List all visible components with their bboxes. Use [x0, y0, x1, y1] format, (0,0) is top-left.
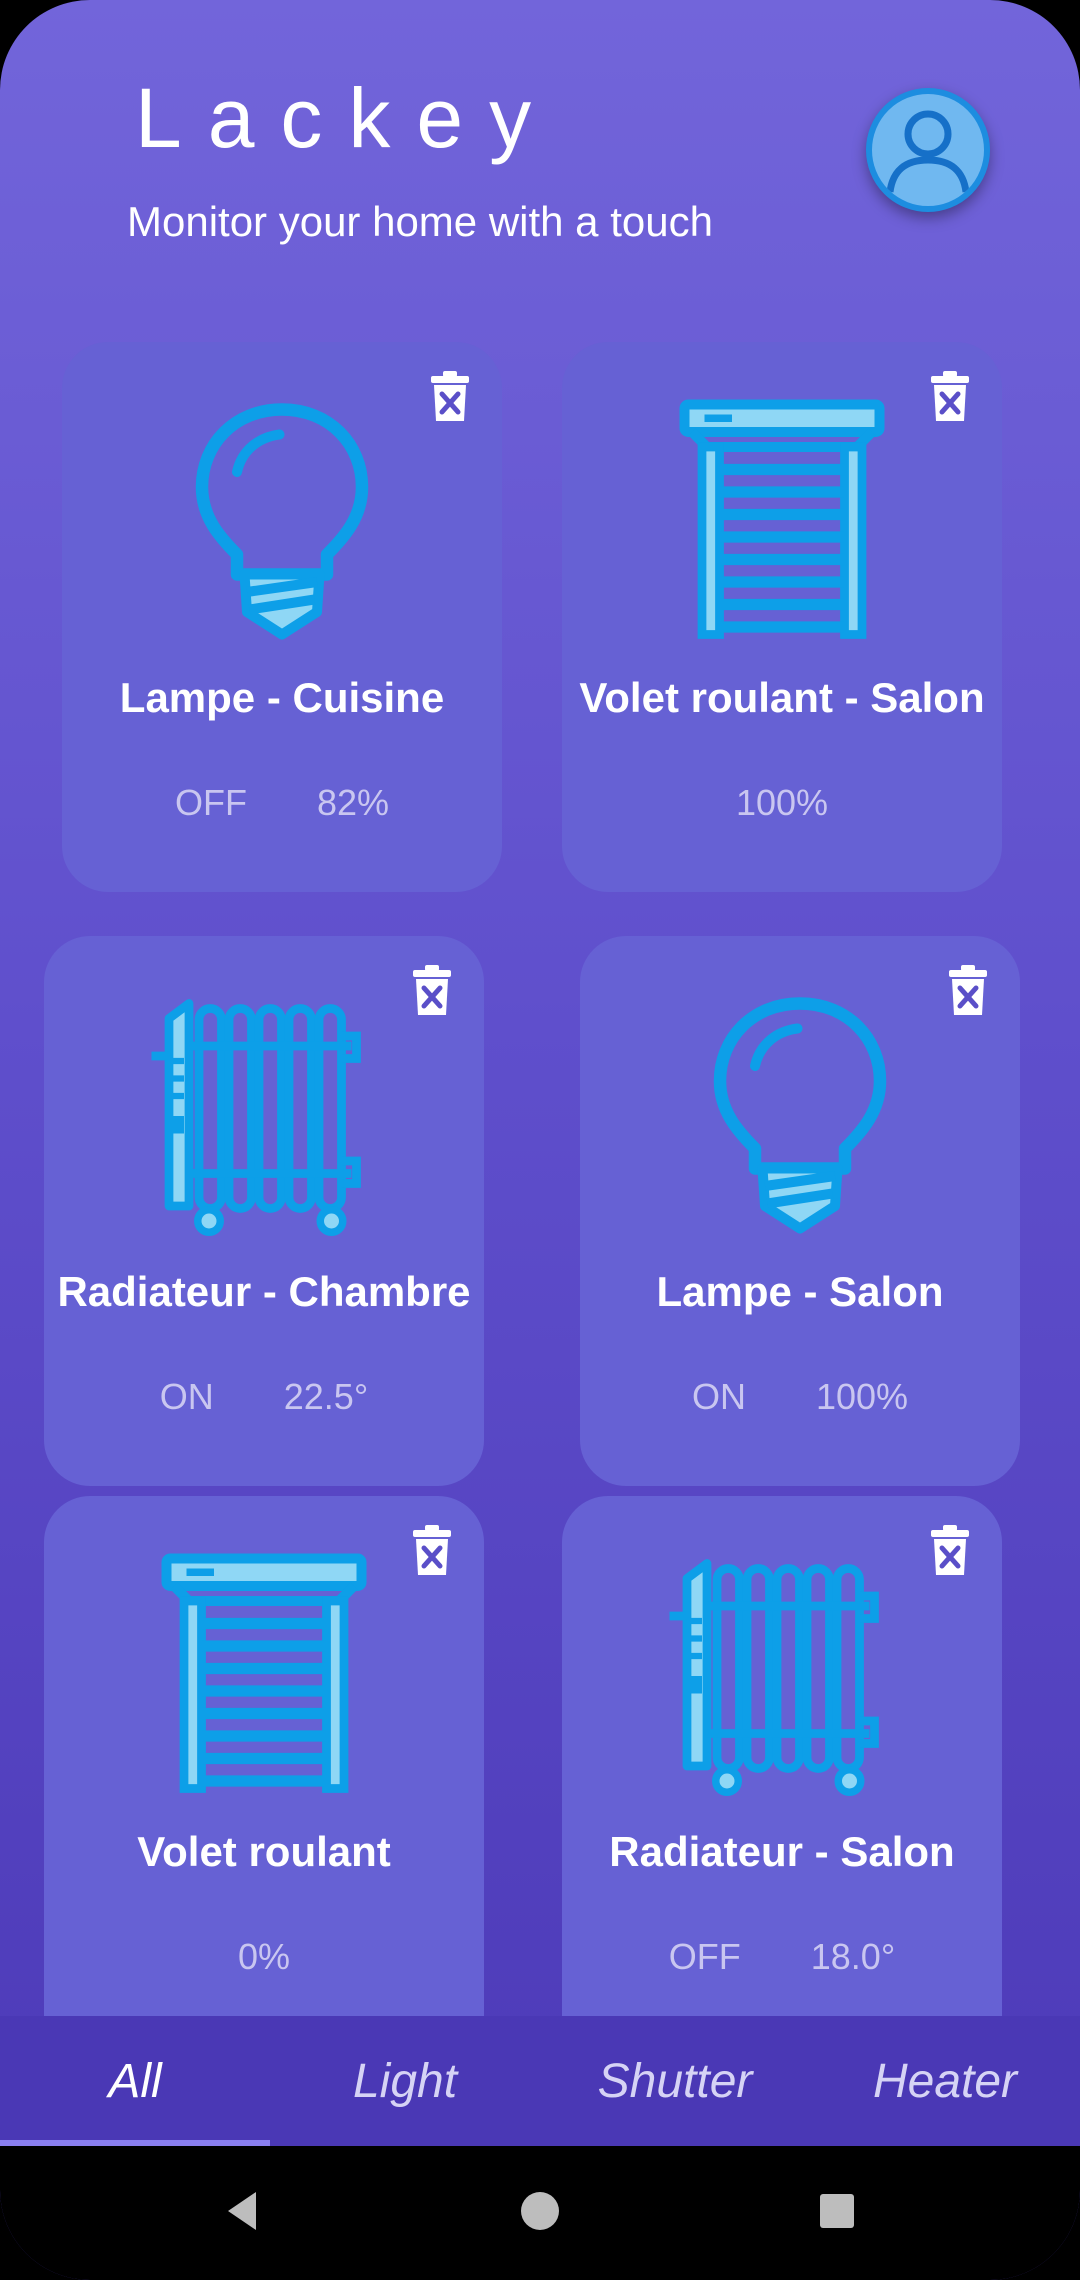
device-status: ON — [691, 1376, 746, 1417]
recents-icon[interactable] — [812, 2186, 862, 2236]
device-stats: ON 100% — [580, 1376, 1020, 1418]
device-name: Volet roulant - Salon — [579, 674, 985, 721]
trash-icon[interactable] — [930, 1524, 970, 1576]
lightbulb-icon — [157, 392, 407, 642]
device-value: 82% — [316, 782, 390, 823]
tab-heater[interactable]: Heater — [810, 2054, 1080, 2109]
tab-all[interactable]: All — [0, 2054, 270, 2109]
device-stats: OFF 18.0° — [562, 1936, 1002, 1978]
device-card[interactable]: Lampe - Cuisine OFF 82% — [62, 342, 502, 892]
filter-tabs: All Light Shutter Heater — [0, 2016, 1080, 2146]
trash-icon[interactable] — [430, 370, 470, 422]
device-value: 22.5° — [283, 1376, 369, 1417]
device-name: Lampe - Cuisine — [119, 674, 445, 721]
device-value: 100% — [735, 782, 829, 823]
app-title: Lackey — [135, 71, 558, 165]
trash-icon[interactable] — [948, 964, 988, 1016]
home-icon[interactable] — [515, 2186, 565, 2236]
user-avatar-icon[interactable] — [866, 88, 990, 212]
device-value: 0% — [237, 1936, 291, 1977]
device-name: Volet roulant — [137, 1828, 391, 1875]
device-card[interactable]: Radiateur - Salon OFF 18.0° — [562, 1496, 1002, 2016]
device-stats: 100% — [562, 782, 1002, 824]
shutter-icon — [657, 392, 907, 642]
device-status: OFF — [174, 782, 247, 823]
device-card[interactable]: Radiateur - Chambre ON 22.5° — [44, 936, 484, 1486]
device-name: Radiateur - Chambre — [57, 1268, 471, 1315]
trash-icon[interactable] — [412, 1524, 452, 1576]
radiator-icon — [139, 986, 389, 1236]
system-navigation-bar — [0, 2146, 1080, 2280]
tab-light[interactable]: Light — [270, 2054, 540, 2109]
device-card[interactable]: Lampe - Salon ON 100% — [580, 936, 1020, 1486]
device-status: OFF — [668, 1936, 741, 1977]
app-subtitle: Monitor your home with a touch — [127, 198, 713, 245]
device-value: 100% — [815, 1376, 909, 1417]
back-icon[interactable] — [218, 2186, 268, 2236]
device-stats: ON 22.5° — [44, 1376, 484, 1418]
device-value: 18.0° — [810, 1936, 896, 1977]
radiator-icon — [657, 1546, 907, 1796]
shutter-icon — [139, 1546, 389, 1796]
tab-shutter[interactable]: Shutter — [540, 2054, 810, 2109]
device-name: Radiateur - Salon — [609, 1828, 955, 1875]
device-status: ON — [159, 1376, 214, 1417]
app-screen: Lackey Monitor your home with a touch La… — [0, 0, 1080, 2280]
device-card[interactable]: Volet roulant - Salon 100% — [562, 342, 1002, 892]
device-name: Lampe - Salon — [656, 1268, 944, 1315]
device-card[interactable]: Volet roulant 0% — [44, 1496, 484, 2016]
device-stats: OFF 82% — [62, 782, 502, 824]
trash-icon[interactable] — [412, 964, 452, 1016]
lightbulb-icon — [675, 986, 925, 1236]
device-stats: 0% — [44, 1936, 484, 1978]
trash-icon[interactable] — [930, 370, 970, 422]
